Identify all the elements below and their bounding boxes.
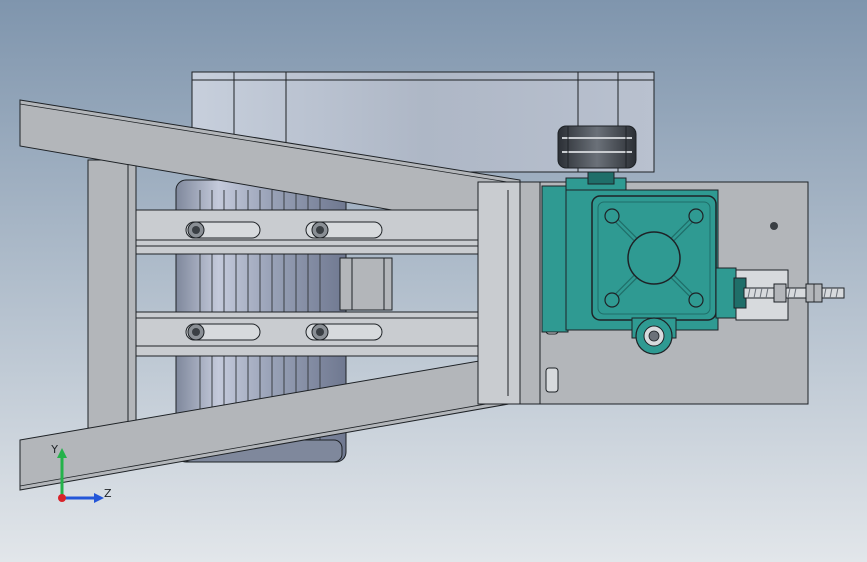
assembly-drawing[interactable]: Y Z	[0, 0, 867, 562]
slotted-rail-lower[interactable]	[135, 311, 481, 357]
worm-gearbox[interactable]	[541, 171, 747, 355]
rail-bolt-center	[192, 226, 200, 234]
triad-origin	[58, 494, 66, 502]
slotted-rail-upper[interactable]	[135, 209, 481, 255]
y-axis-label: Y	[50, 443, 58, 456]
frame-vertical-post[interactable]	[87, 159, 137, 429]
rail-bolt-center	[316, 328, 324, 336]
rail-bolt-center	[192, 328, 200, 336]
hex-nut[interactable]	[773, 283, 787, 303]
mounting-stud	[545, 367, 559, 393]
rail-bolt-center	[316, 226, 324, 234]
cover-bolt	[688, 208, 704, 224]
cover-bolt	[604, 208, 620, 224]
cover-bolt	[604, 292, 620, 308]
motor-terminal-bracket[interactable]	[339, 257, 393, 311]
output-shaft-boss	[627, 231, 681, 285]
mounting-hole	[770, 222, 778, 230]
z-axis-label: Z	[104, 487, 112, 500]
cover-bolt	[688, 292, 704, 308]
cad-viewport[interactable]: Y Z	[0, 0, 867, 562]
v-belt-pulley[interactable]	[557, 125, 637, 169]
